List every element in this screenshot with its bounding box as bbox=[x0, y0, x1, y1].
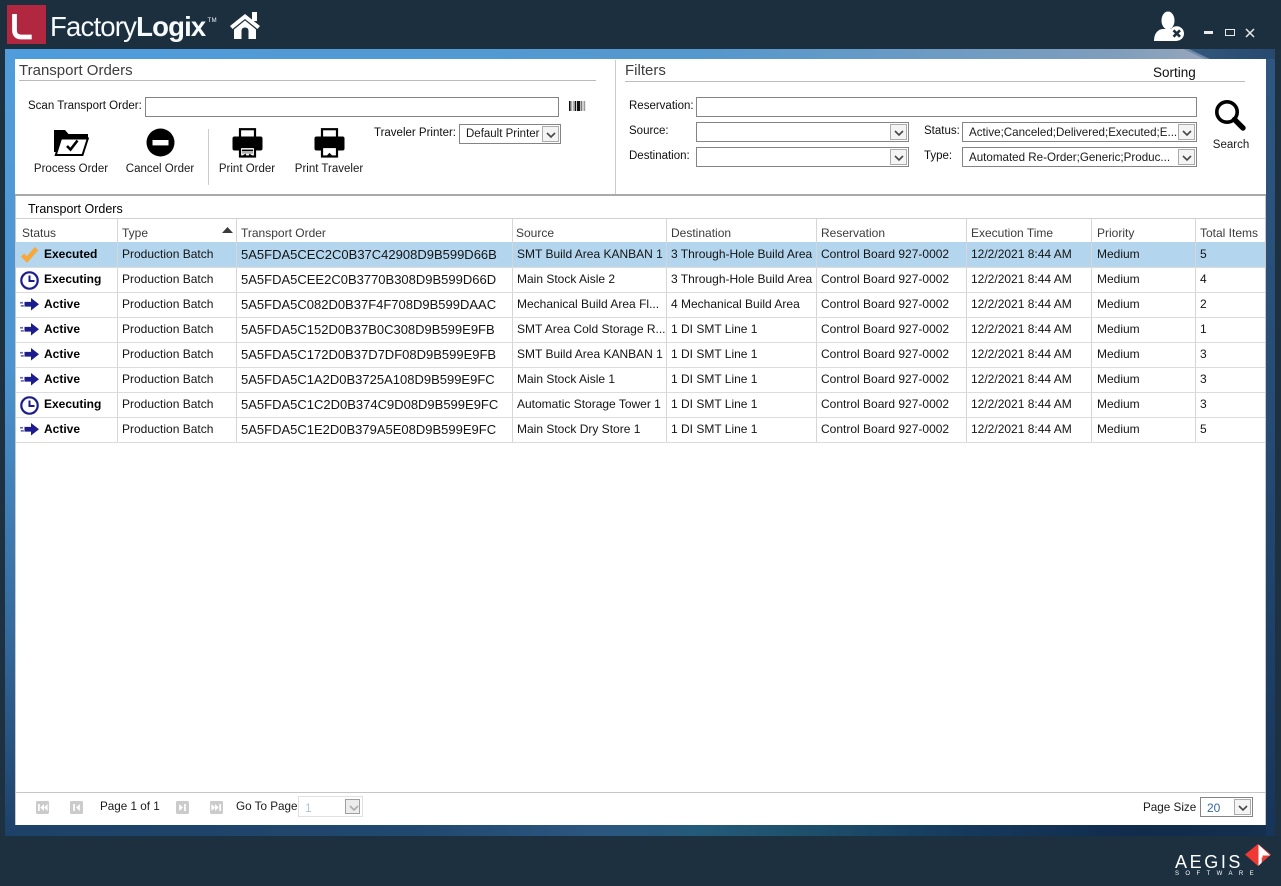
svg-text:AEGIS: AEGIS bbox=[1175, 852, 1243, 872]
svg-text:SOFTWARE: SOFTWARE bbox=[1175, 871, 1260, 877]
